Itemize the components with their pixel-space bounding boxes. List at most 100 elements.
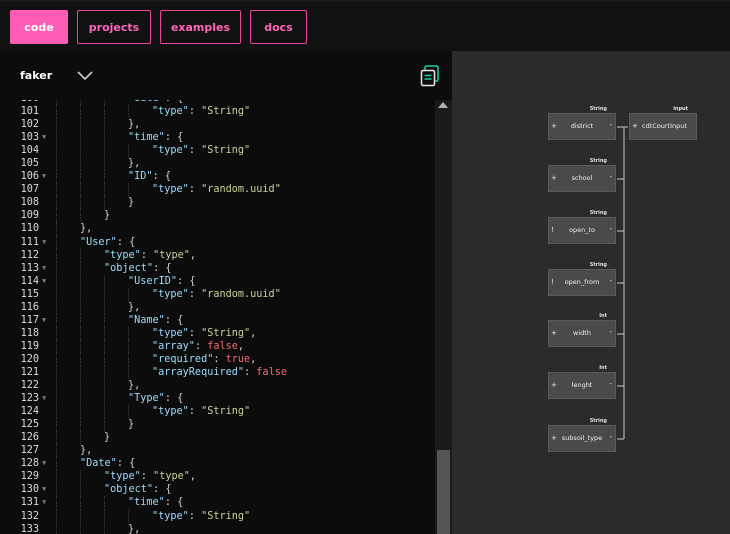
code-line[interactable]: 129 "type": "type",	[0, 470, 435, 484]
indent-guide	[56, 313, 57, 327]
code-line[interactable]: 125}	[0, 418, 435, 432]
editor-scrollbar[interactable]	[435, 100, 452, 534]
code-line[interactable]: 113 ▼ "object": {	[0, 261, 435, 275]
code-token: :	[194, 340, 208, 352]
node-right-handle[interactable]: -	[609, 121, 612, 129]
code-line[interactable]: 107 "type": "random.uuid"	[0, 183, 435, 197]
fold-arrow-icon[interactable]: ▼	[42, 236, 46, 249]
line-number: 130	[20, 484, 39, 496]
code-line[interactable]: 102},	[0, 118, 435, 132]
node-left-handle[interactable]: +	[551, 381, 557, 389]
fold-arrow-icon[interactable]: ▼	[42, 275, 46, 288]
code-token: "random.uuid"	[201, 288, 281, 300]
code-token: false	[207, 340, 238, 352]
code-line[interactable]: 110},	[0, 222, 435, 236]
code-line[interactable]: 106 ▼ "ID": {	[0, 170, 435, 184]
code-line[interactable]: 109}	[0, 209, 435, 223]
code-line[interactable]: 101 "type": "String"	[0, 105, 435, 119]
nav-examples-button[interactable]: examples	[160, 10, 241, 44]
graph-node-width[interactable]: Int + width -	[548, 313, 616, 347]
fold-arrow-icon[interactable]: ▼	[42, 170, 46, 183]
fold-arrow-icon[interactable]: ▼	[42, 392, 46, 405]
code-token: "object"	[104, 262, 154, 274]
graph-node-open-to[interactable]: String! open_to -	[548, 210, 616, 244]
node-left-handle[interactable]: !	[551, 226, 554, 234]
fold-arrow-icon[interactable]: ▼	[42, 131, 46, 144]
code-text: }	[104, 209, 110, 222]
line-number: 103	[20, 132, 39, 144]
node-right-handle[interactable]: -	[609, 380, 612, 388]
node-left-handle[interactable]: +	[551, 329, 557, 337]
code-line[interactable]: 103 ▼ "time": {	[0, 131, 435, 145]
nav-code-button[interactable]: code	[10, 10, 68, 44]
fold-arrow-icon[interactable]: ▼	[42, 262, 46, 275]
code-token: "User"	[80, 236, 117, 248]
node-left-handle[interactable]: +	[551, 174, 557, 182]
node-left-handle[interactable]: +	[632, 122, 638, 130]
indent-guide	[80, 248, 81, 262]
indent-guide	[128, 326, 129, 340]
graph-node-cdtcourtinput[interactable]: input + cdtCourtInput	[629, 106, 697, 140]
node-right-handle[interactable]: -	[609, 173, 612, 181]
indent-guide	[80, 313, 81, 327]
code-line[interactable]: 121 "arrayRequired": false	[0, 365, 435, 380]
graph-node-lenght[interactable]: Int + lenght -	[548, 365, 616, 399]
code-line[interactable]: 132 "type": "String"	[0, 509, 435, 523]
indent-guide	[56, 222, 57, 236]
code-line[interactable]: 118 "type": "String",	[0, 326, 435, 340]
code-text: "object": {	[104, 483, 171, 496]
code-text: "arrayRequired": false	[152, 366, 287, 379]
code-line[interactable]: 112 "type": "type",	[0, 248, 435, 262]
code-line[interactable]: 124 "type": "String"	[0, 405, 435, 419]
code-line[interactable]: 104 "type": "String"	[0, 144, 435, 158]
node-right-handle[interactable]: -	[609, 328, 612, 336]
code-line[interactable]: 116},	[0, 300, 435, 314]
scrollbar-thumb[interactable]	[437, 450, 450, 534]
code-line[interactable]: 117 ▼ "Name": {	[0, 313, 435, 327]
node-left-handle[interactable]: +	[551, 122, 557, 130]
fold-arrow-icon[interactable]: ▼	[42, 457, 46, 470]
node-right-handle[interactable]: -	[609, 225, 612, 233]
nav-projects-button[interactable]: projects	[77, 10, 151, 44]
code-line[interactable]: 127},	[0, 444, 435, 458]
code-line[interactable]: 114 ▼ "UserID": {	[0, 274, 435, 288]
nav-docs-button[interactable]: docs	[250, 10, 307, 44]
code-line[interactable]: 130 ▼ "object": {	[0, 483, 435, 497]
indent-guide	[56, 196, 57, 210]
graph-node-open-from[interactable]: String! open_from -	[548, 262, 616, 296]
code-line[interactable]: 123 ▼ "Type": {	[0, 392, 435, 406]
graph-node-school[interactable]: String + school -	[548, 158, 616, 192]
code-token: "String"	[201, 145, 251, 157]
code-line[interactable]: 115 "type": "random.uuid"	[0, 287, 435, 301]
code-line[interactable]: 120 "required": true,	[0, 352, 435, 366]
code-line[interactable]: 122},	[0, 379, 435, 393]
copy-icon[interactable]	[420, 65, 440, 91]
node-right-handle[interactable]: -	[609, 277, 612, 285]
indent-guide	[104, 496, 105, 510]
code-line[interactable]: 119 "array": false,	[0, 339, 435, 353]
indent-guide	[56, 392, 57, 406]
code-token: true	[225, 353, 251, 365]
chevron-down-icon[interactable]	[76, 67, 94, 86]
schema-graph-pane[interactable]: String + district - input + cdtCourtInput Strin…	[452, 51, 730, 534]
fold-arrow-icon[interactable]: ▼	[42, 314, 46, 327]
graph-node-subsoil-type[interactable]: String + subsoil_type -	[548, 418, 616, 452]
code-token: :	[188, 327, 202, 339]
node-right-handle[interactable]: -	[609, 433, 612, 441]
scroll-up-arrow-icon[interactable]	[438, 102, 448, 108]
fold-arrow-icon[interactable]: ▼	[42, 496, 46, 509]
node-left-handle[interactable]: +	[551, 434, 557, 442]
code-token: : {	[116, 236, 136, 248]
fold-arrow-icon[interactable]: ▼	[42, 483, 46, 496]
code-line[interactable]: 133},	[0, 522, 435, 534]
indent-guide	[56, 170, 57, 184]
node-left-handle[interactable]: !	[551, 278, 554, 286]
code-line[interactable]: 105},	[0, 157, 435, 171]
code-line[interactable]: 111 ▼ "User": {	[0, 235, 435, 249]
code-line[interactable]: 126}	[0, 431, 435, 445]
graph-node-district[interactable]: String + district -	[548, 106, 616, 140]
code-line[interactable]: 108}	[0, 196, 435, 210]
code-area[interactable]: 100"date": {101"type": "String"102},103▼…	[0, 100, 435, 534]
code-line[interactable]: 128 ▼ "Date": {	[0, 457, 435, 471]
code-line[interactable]: 131 ▼ "time": {	[0, 496, 435, 510]
